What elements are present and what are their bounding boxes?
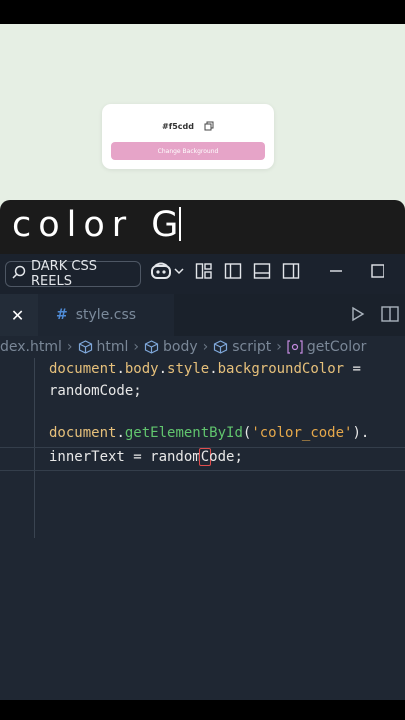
breadcrumb-item-getcolor[interactable]: getColor <box>287 339 367 355</box>
element-icon <box>144 340 159 354</box>
code-token: getElementById <box>124 425 243 441</box>
search-icon <box>12 265 26 283</box>
css-file-icon: # <box>56 307 68 323</box>
code-token: . <box>158 361 168 377</box>
tab-index-html[interactable]: l ✕ <box>0 294 38 336</box>
breadcrumb-label: dex.html <box>0 339 62 355</box>
breadcrumb-item-file[interactable]: dex.html <box>0 339 62 355</box>
code-token: . <box>116 425 125 441</box>
chevron-down-icon[interactable] <box>174 267 184 275</box>
element-icon <box>214 340 228 354</box>
breadcrumb: dex.html › html › body › script › getCol… <box>0 336 405 358</box>
code-line-1: document.body.style.backgroundColor = <box>49 361 361 377</box>
code-line-4: innerText = randomCode; <box>49 448 243 466</box>
command-center-search[interactable]: DARK CSS REELS <box>5 259 141 289</box>
caption-label: color G <box>12 205 186 245</box>
title-bar: DARK CSS REELS <box>0 254 405 294</box>
editor-actions <box>351 306 399 326</box>
color-code-row: #f5cdd <box>102 121 274 131</box>
workspace-name: DARK CSS REELS <box>31 259 97 289</box>
code-token: ). <box>352 425 370 441</box>
breadcrumb-label: body <box>163 339 198 355</box>
chevron-right-icon: › <box>133 339 139 355</box>
code-token: = <box>344 361 361 377</box>
code-token: document <box>49 425 117 441</box>
breadcrumb-item-body[interactable]: body <box>144 339 198 355</box>
toggle-panel-icon[interactable] <box>253 262 271 280</box>
code-token: . <box>116 361 125 377</box>
text-caret <box>179 207 182 241</box>
tab-label: l <box>0 307 1 323</box>
code-line-3: document.getElementById('color_code'). <box>49 425 369 441</box>
copilot-icon[interactable] <box>150 262 172 280</box>
chevron-right-icon: › <box>276 339 282 355</box>
maximize-icon[interactable] <box>370 262 384 280</box>
change-background-button[interactable]: Change Background <box>111 142 265 160</box>
tab-label: style.css <box>75 307 137 323</box>
toggle-sidebar-icon[interactable] <box>224 262 242 280</box>
code-token: style <box>167 361 210 377</box>
code-editor: DARK CSS REELS ✕ # style.css dex.html › … <box>0 254 405 700</box>
title-bar-actions <box>150 262 384 280</box>
copy-icon[interactable] <box>204 121 214 131</box>
close-icon[interactable]: ✕ <box>11 306 24 325</box>
minimize-icon[interactable] <box>329 262 343 280</box>
editor-tab-bar: l ✕ # style.css <box>0 294 405 336</box>
code-token: innerText = random <box>49 449 201 465</box>
chevron-right-icon: › <box>202 339 209 355</box>
customize-layout-icon[interactable] <box>195 262 213 280</box>
code-token: ode; <box>209 449 243 465</box>
split-editor-icon[interactable] <box>381 306 399 326</box>
code-line-2: randomCode; <box>49 383 142 399</box>
breadcrumb-item-script[interactable]: script <box>213 339 271 355</box>
code-token: randomCode; <box>49 383 142 399</box>
code-token: document <box>49 361 117 377</box>
browser-preview: #f5cdd Change Background <box>0 24 405 214</box>
element-icon <box>78 340 92 354</box>
code-token: 'color_code' <box>251 425 353 441</box>
toggle-secondary-sidebar-icon[interactable] <box>282 262 300 280</box>
breadcrumb-label: script <box>232 339 272 355</box>
tab-style-css[interactable]: # style.css <box>38 294 174 336</box>
code-token: backgroundColor <box>217 361 345 377</box>
bottom-letterbox <box>0 700 405 720</box>
color-card: #f5cdd Change Background <box>102 104 274 169</box>
caption-text: color G <box>12 205 182 245</box>
code-token: . <box>209 361 218 377</box>
video-caption: color G <box>0 200 405 254</box>
breadcrumb-item-html[interactable]: html <box>78 339 129 355</box>
code-area[interactable]: document.body.style.backgroundColor = ra… <box>0 358 405 700</box>
run-icon[interactable] <box>351 306 365 326</box>
breadcrumb-label: getColor <box>306 339 367 355</box>
breadcrumb-label: html <box>96 339 129 355</box>
code-token: body <box>124 361 159 377</box>
chevron-right-icon: › <box>66 339 73 355</box>
color-code-text: #f5cdd <box>162 121 194 131</box>
function-icon <box>287 340 303 354</box>
